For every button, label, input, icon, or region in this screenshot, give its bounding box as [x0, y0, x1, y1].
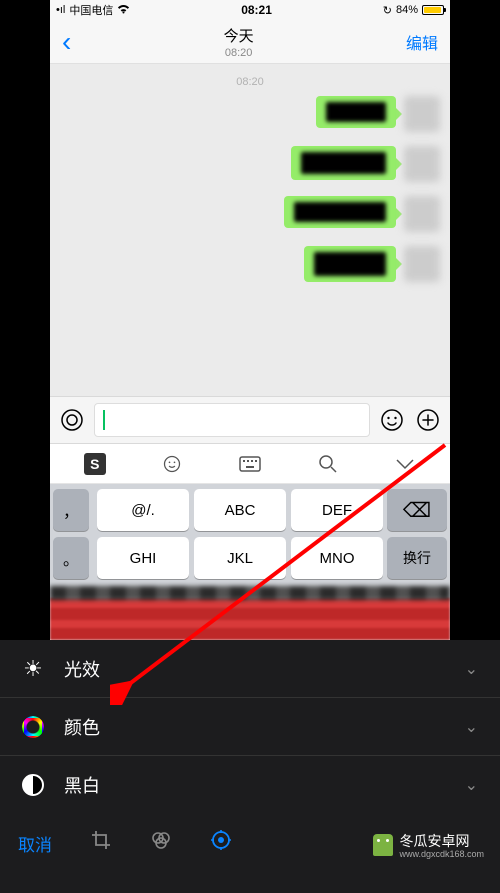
key-comma[interactable]: ，: [53, 489, 89, 531]
carrier-label: 中国电信: [69, 2, 113, 18]
battery-icon: [422, 5, 444, 15]
filters-icon[interactable]: [150, 829, 172, 857]
message-row: [60, 146, 440, 182]
message-row: [60, 246, 440, 282]
edit-light-label: 光效: [64, 656, 100, 682]
key-backspace[interactable]: ⌫: [387, 489, 447, 531]
avatar[interactable]: [404, 146, 440, 182]
watermark-url: www.dgxcdk168.com: [399, 849, 484, 859]
chat-area[interactable]: 08:20: [50, 64, 450, 396]
message-bubble[interactable]: [304, 246, 396, 282]
cancel-button[interactable]: 取消: [18, 831, 52, 856]
bw-icon: [20, 772, 46, 798]
keyboard-switch-button[interactable]: [232, 450, 268, 478]
android-icon: [373, 834, 393, 856]
chat-input-bar: [50, 396, 450, 444]
message-bubble[interactable]: [291, 146, 396, 180]
collapse-keyboard-button[interactable]: [387, 450, 423, 478]
battery-percent: 84%: [396, 4, 418, 16]
voice-button[interactable]: [58, 406, 86, 434]
search-button[interactable]: [310, 450, 346, 478]
message-bubble[interactable]: [316, 96, 396, 128]
chevron-down-icon: ⌄: [465, 659, 478, 679]
keyboard-toolbar: S: [50, 444, 450, 484]
key-ghi[interactable]: GHI: [97, 537, 189, 579]
avatar[interactable]: [404, 246, 440, 282]
sogou-button[interactable]: S: [77, 450, 113, 478]
message-row: [60, 196, 440, 232]
brightness-icon: ☀: [20, 656, 46, 682]
nav-header: ‹ 今天 08:20 编辑: [50, 20, 450, 64]
wifi-icon: [117, 4, 130, 17]
chevron-down-icon: ⌄: [465, 775, 478, 795]
key-enter[interactable]: 换行: [387, 537, 447, 579]
edit-bw-row[interactable]: 黑白 ⌄: [0, 756, 500, 814]
emoji-button[interactable]: [378, 406, 406, 434]
key-period[interactable]: 。: [53, 537, 89, 579]
avatar[interactable]: [404, 96, 440, 132]
edit-bw-label: 黑白: [64, 772, 100, 798]
avatar[interactable]: [404, 196, 440, 232]
watermark: 冬瓜安卓网 www.dgxcdk168.com: [365, 827, 492, 863]
edit-button[interactable]: 编辑: [406, 30, 438, 54]
message-input[interactable]: [94, 403, 370, 437]
key-mno[interactable]: MNO: [291, 537, 383, 579]
chat-timestamp: 08:20: [60, 74, 440, 96]
edit-light-row[interactable]: ☀ 光效 ⌄: [0, 640, 500, 698]
charging-icon: ↻: [383, 4, 392, 17]
crop-icon[interactable]: [90, 829, 112, 857]
status-time: 08:21: [241, 3, 272, 17]
message-row: [60, 96, 440, 132]
plus-button[interactable]: [414, 406, 442, 434]
emoji-kb-button[interactable]: [154, 450, 190, 478]
key-abc[interactable]: ABC: [194, 489, 286, 531]
chevron-down-icon: ⌄: [465, 717, 478, 737]
watermark-text: 冬瓜安卓网: [399, 831, 484, 851]
adjust-icon[interactable]: [210, 829, 232, 857]
signal-icon: •ıl: [56, 4, 65, 16]
color-wheel-icon: [20, 714, 46, 740]
message-bubble[interactable]: [284, 196, 396, 228]
back-button[interactable]: ‹: [62, 28, 71, 56]
edit-color-row[interactable]: 颜色 ⌄: [0, 698, 500, 756]
edit-color-label: 颜色: [64, 714, 100, 740]
key-1[interactable]: @/.: [97, 489, 189, 531]
nav-subtitle: 08:20: [71, 47, 406, 59]
wechat-screenshot: •ıl 中国电信 08:21 ↻ 84% ‹ 今天 08:20 编辑 08:20: [50, 0, 450, 640]
nav-title: 今天: [71, 25, 406, 46]
key-def[interactable]: DEF: [291, 489, 383, 531]
status-bar: •ıl 中国电信 08:21 ↻ 84%: [50, 0, 450, 20]
key-jkl[interactable]: JKL: [194, 537, 286, 579]
obscured-row: [50, 598, 450, 640]
